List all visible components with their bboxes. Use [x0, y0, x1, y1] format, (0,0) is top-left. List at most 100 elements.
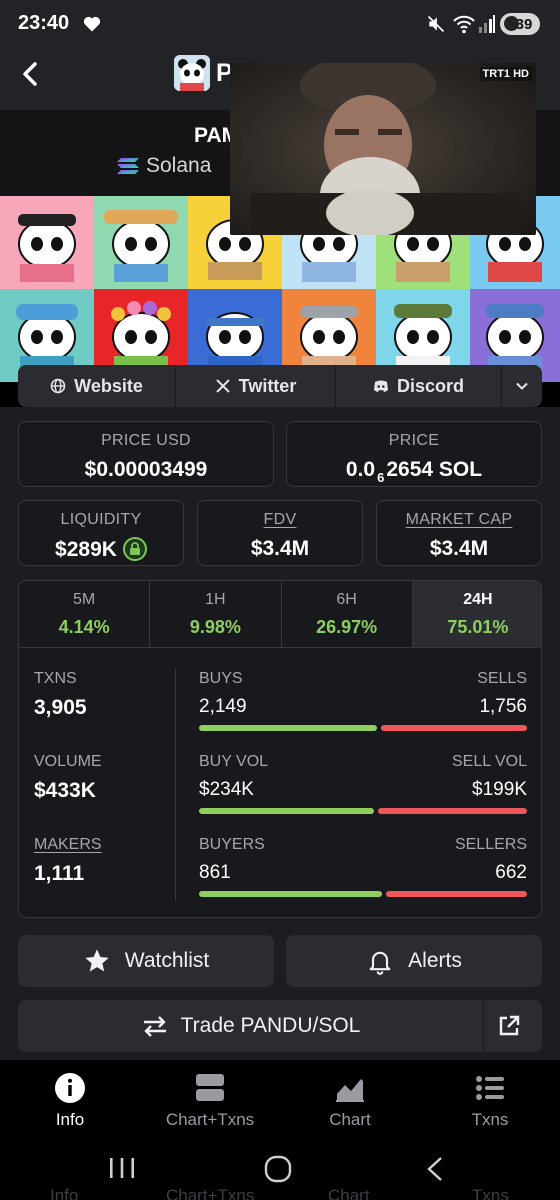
links-bar: Website Twitter Discord	[18, 365, 542, 407]
globe-icon	[50, 378, 66, 394]
discord-button[interactable]: Discord	[336, 365, 502, 407]
trade-row: Trade PANDU/SOL	[18, 1000, 542, 1052]
wifi-icon	[453, 15, 475, 34]
solana-icon	[117, 158, 139, 174]
price-usd-value: $0.00003499	[84, 458, 208, 481]
token-logo	[174, 55, 210, 91]
fdv-value: $3.4M	[250, 537, 310, 560]
txns-label: TXNS	[34, 670, 77, 687]
status-time: 23:40	[18, 12, 70, 34]
tab-5m[interactable]: 5M 4.14%	[19, 581, 151, 647]
twitter-button[interactable]: Twitter	[176, 365, 336, 407]
tab-1h[interactable]: 1H 9.98%	[150, 581, 282, 647]
price-usd-card: PRICE USD $0.00003499	[18, 421, 274, 487]
ghost-nav-labels: Info Chart+Txns Chart Txns	[50, 1186, 509, 1200]
market-cap-label[interactable]: MARKET CAP	[377, 511, 541, 529]
sell-vol-value: $199K	[472, 779, 527, 800]
video-frame	[230, 63, 536, 235]
volume-value: $433K	[34, 779, 96, 802]
channel-logo: TRT1 HD	[479, 67, 532, 81]
liquidity-value-row: $289K	[19, 537, 183, 562]
recent-apps-icon[interactable]	[108, 1156, 136, 1180]
sells-value: 1,756	[479, 696, 527, 717]
video-overlay[interactable]: TRT1 HD	[230, 63, 536, 235]
sell-vol-bar	[378, 808, 527, 814]
sells-label: SELLS	[477, 670, 527, 687]
price-native-card: PRICE 0.0 62654 SOL	[286, 421, 542, 487]
tab-6h[interactable]: 6H 26.97%	[282, 581, 413, 647]
battery-indicator: 39	[500, 13, 540, 35]
website-label: Website	[74, 375, 143, 396]
buys-value: 2,149	[199, 696, 247, 717]
buy-vol-bar	[199, 808, 374, 814]
sellers-label: SELLERS	[454, 836, 527, 853]
external-link-icon[interactable]	[496, 1013, 522, 1039]
heart-icon	[83, 16, 101, 32]
status-bar: 23:40 39	[0, 0, 560, 50]
sellers-value: 662	[495, 862, 527, 883]
list-icon	[476, 1076, 504, 1100]
liquidity-card: LIQUIDITY $289K	[18, 500, 184, 566]
discord-label: Discord	[396, 375, 465, 396]
system-nav-bar: Info Chart+Txns Chart Txns	[0, 1142, 560, 1200]
buy-vol-label: BUY VOL	[199, 753, 269, 770]
buyers-bar	[199, 891, 382, 897]
discord-icon	[373, 380, 388, 392]
buyers-label: BUYERS	[199, 836, 265, 853]
nav-info[interactable]: Info	[0, 1060, 140, 1142]
bell-icon	[369, 951, 391, 975]
alerts-button[interactable]: Alerts	[286, 935, 542, 987]
buys-label: BUYS	[199, 670, 243, 687]
chain-name: Solana	[146, 154, 212, 177]
more-links-button[interactable]	[502, 365, 542, 407]
swap-arrows-icon	[143, 1016, 166, 1037]
back-arrow-icon[interactable]	[16, 59, 46, 89]
nav-chart-txns[interactable]: Chart+Txns	[140, 1060, 280, 1142]
twitter-label: Twitter	[238, 375, 297, 396]
chart-icon	[336, 1079, 364, 1102]
chart-txns-icon	[196, 1074, 224, 1101]
website-button[interactable]: Website	[18, 365, 176, 407]
nav-txns[interactable]: Txns	[420, 1060, 560, 1142]
buy-vol-value: $234K	[199, 779, 254, 800]
volume-label: VOLUME	[34, 753, 102, 770]
nav-chart[interactable]: Chart	[280, 1060, 420, 1142]
bottom-nav: Info Chart+Txns Chart Txns	[0, 1060, 560, 1142]
price-native-value: 0.0 62654 SOL	[345, 458, 483, 485]
signal-icon	[479, 15, 495, 33]
makers-value: 1,111	[34, 862, 85, 885]
txns-value: 3,905	[34, 696, 87, 719]
sell-vol-label: SELL VOL	[451, 753, 527, 770]
trade-label: Trade PANDU/SOL	[180, 1014, 361, 1037]
trade-button[interactable]: Trade PANDU/SOL	[18, 1000, 484, 1052]
system-back-icon[interactable]	[424, 1155, 446, 1183]
token-info-panel: PRICE USD $0.00003499 PRICE 0.0 62654 SOL…	[0, 407, 560, 1060]
lock-icon[interactable]	[122, 537, 147, 561]
timeframe-tabs: 5M 4.14% 1H 9.98% 6H 26.97% 24H 75.01%	[19, 581, 541, 648]
buyers-value: 861	[199, 862, 231, 883]
home-icon[interactable]	[264, 1155, 292, 1183]
x-icon	[215, 379, 230, 393]
alerts-label: Alerts	[408, 949, 462, 972]
column-divider	[175, 669, 176, 901]
market-cap-value: $3.4M	[429, 537, 489, 560]
buy-sell-column: BUYS SELLS 2,149 1,756 BUY VOL SELL VOL …	[199, 648, 527, 917]
market-cap-card[interactable]: MARKET CAP $3.4M	[376, 500, 542, 566]
fdv-label[interactable]: FDV	[198, 511, 362, 529]
buys-bar	[199, 725, 377, 731]
price-label: PRICE	[388, 432, 440, 449]
liquidity-value: $289K	[55, 538, 117, 561]
chevron-down-icon	[516, 382, 528, 390]
fdv-card[interactable]: FDV $3.4M	[197, 500, 363, 566]
tab-24h[interactable]: 24H 75.01%	[412, 581, 541, 647]
mute-icon	[427, 15, 445, 33]
liquidity-label: LIQUIDITY	[60, 511, 142, 528]
sellers-bar	[386, 891, 527, 897]
watchlist-button[interactable]: Watchlist	[18, 935, 274, 987]
stats-box: 5M 4.14% 1H 9.98% 6H 26.97% 24H 75.01% T…	[18, 580, 542, 918]
charging-icon	[504, 16, 519, 31]
makers-label[interactable]: MAKERS	[34, 836, 102, 854]
star-icon	[85, 949, 109, 972]
price-usd-label: PRICE USD	[101, 432, 191, 449]
sells-bar	[381, 725, 527, 731]
